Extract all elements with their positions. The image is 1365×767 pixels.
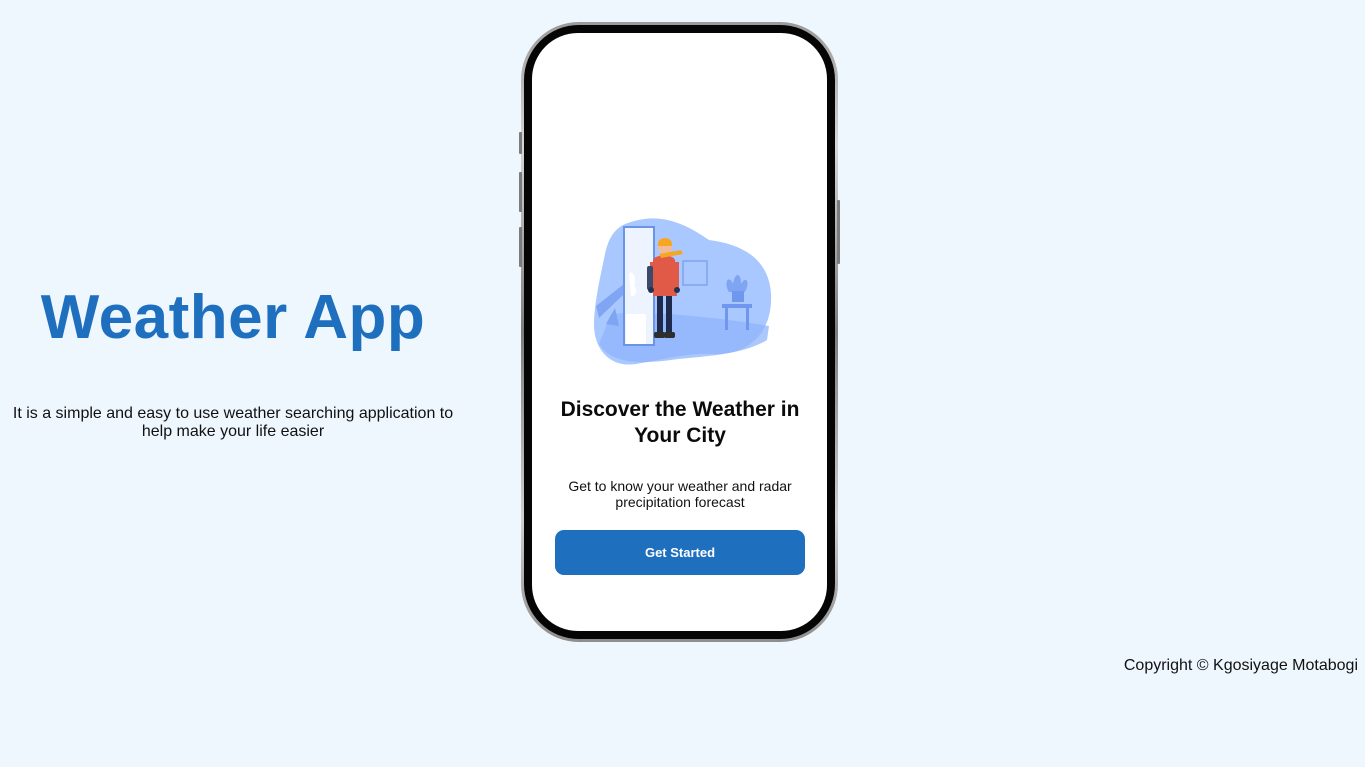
get-started-button[interactable]: Get Started [555, 530, 805, 575]
onboarding-heading: Discover the Weather in Your City [560, 398, 800, 447]
app-title: Weather App [40, 283, 426, 352]
copyright-text: Copyright © Kgosiyage Motabogi [1123, 657, 1358, 674]
onboarding-subheading: Get to know your weather and radar preci… [568, 478, 792, 510]
phone-bezel: Discover the Weather in Your City Get to… [524, 25, 835, 639]
app-description: It is a simple and easy to use weather s… [12, 405, 454, 440]
landing-page: Weather App It is a simple and easy to u… [0, 0, 1365, 767]
phone-side-button [519, 172, 522, 212]
phone-side-button [837, 200, 840, 264]
phone-screen: Discover the Weather in Your City Get to… [532, 33, 827, 631]
person-at-snowy-door-illustration [593, 218, 772, 365]
phone-side-button [519, 132, 522, 154]
phone-side-button [519, 227, 522, 267]
phone-mockup: Discover the Weather in Your City Get to… [519, 22, 840, 642]
